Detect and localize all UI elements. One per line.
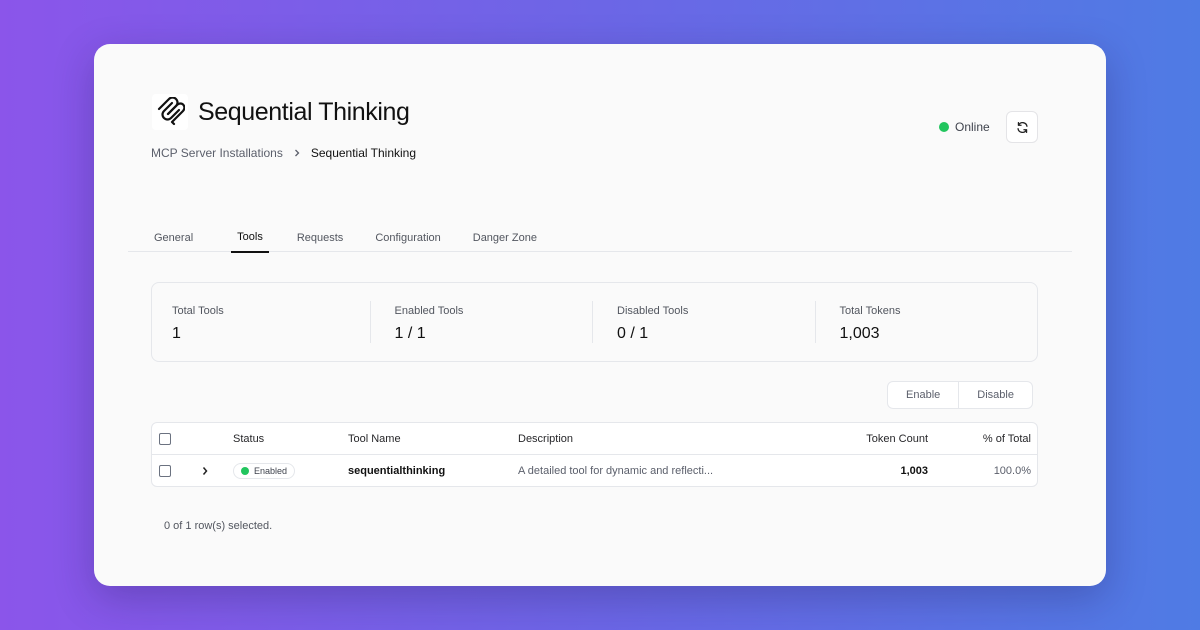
description-cell: A detailed tool for dynamic and reflecti… xyxy=(518,465,714,477)
tab-tools[interactable]: Tools xyxy=(231,223,269,253)
select-all-checkbox[interactable] xyxy=(159,433,171,445)
stats-panel: Total Tools 1 Enabled Tools 1 / 1 Disabl… xyxy=(151,282,1038,362)
bulk-action-group: Enable Disable xyxy=(887,381,1033,409)
tab-requests[interactable]: Requests xyxy=(281,223,369,253)
percent-cell: 100.0% xyxy=(993,465,1031,477)
column-header-description[interactable]: Description xyxy=(518,423,573,455)
chevron-right-icon xyxy=(293,149,301,157)
stat-label: Total Tools xyxy=(172,305,224,317)
stat-label: Enabled Tools xyxy=(394,305,464,317)
table-row[interactable]: Enabled sequentialthinking A detailed to… xyxy=(152,455,1037,487)
breadcrumb-link-installations[interactable]: MCP Server Installations xyxy=(151,146,283,160)
main-card: Sequential Thinking MCP Server Installat… xyxy=(94,44,1106,586)
stat-value: 1,003 xyxy=(839,325,880,342)
selection-count: 0 of 1 row(s) selected. xyxy=(164,520,273,532)
status-badge-label: Enabled xyxy=(254,466,288,476)
mcp-logo-icon xyxy=(152,94,188,130)
chevron-right-icon xyxy=(202,467,208,475)
breadcrumb-current: Sequential Thinking xyxy=(310,146,417,160)
status-dot-icon xyxy=(939,122,949,132)
status-dot-icon xyxy=(241,467,249,475)
refresh-button[interactable] xyxy=(1006,111,1038,143)
stat-total-tokens: Total Tokens 1,003 xyxy=(814,301,1038,343)
stat-value: 0 / 1 xyxy=(617,325,649,342)
column-header-status[interactable]: Status xyxy=(233,423,264,455)
tool-name-cell: sequentialthinking xyxy=(348,465,446,477)
status-badge: Enabled xyxy=(233,463,296,479)
expand-row-button[interactable] xyxy=(201,455,209,487)
tab-general[interactable]: General xyxy=(128,223,219,253)
tab-danger-zone[interactable]: Danger Zone xyxy=(467,223,563,253)
status-indicator: Online xyxy=(939,120,990,134)
stat-total-tools: Total Tools 1 xyxy=(152,301,370,343)
tools-table: Status Tool Name Description Token Count… xyxy=(151,422,1038,487)
column-header-percent[interactable]: % of Total xyxy=(932,423,1031,455)
status-label: Online xyxy=(955,120,990,134)
column-header-tool-name[interactable]: Tool Name xyxy=(348,423,401,455)
stat-value: 1 xyxy=(172,325,181,342)
stat-label: Disabled Tools xyxy=(617,305,689,317)
column-header-token-count[interactable]: Token Count xyxy=(792,423,928,455)
tab-bar: General Tools Requests Configuration Dan… xyxy=(128,222,1072,253)
row-checkbox[interactable] xyxy=(159,465,171,477)
stat-label: Total Tokens xyxy=(839,305,901,317)
token-count-cell: 1,003 xyxy=(900,465,928,477)
breadcrumb: MCP Server Installations Sequential Thin… xyxy=(151,146,416,160)
stat-enabled-tools: Enabled Tools 1 / 1 xyxy=(369,301,593,343)
enable-button[interactable]: Enable xyxy=(888,382,958,408)
disable-button[interactable]: Disable xyxy=(958,382,1032,408)
page-title: Sequential Thinking xyxy=(198,98,410,126)
table-header-row: Status Tool Name Description Token Count… xyxy=(152,423,1037,455)
tab-configuration[interactable]: Configuration xyxy=(369,223,466,253)
stat-value: 1 / 1 xyxy=(394,325,426,342)
stat-disabled-tools: Disabled Tools 0 / 1 xyxy=(592,301,815,343)
refresh-icon xyxy=(1016,121,1028,133)
